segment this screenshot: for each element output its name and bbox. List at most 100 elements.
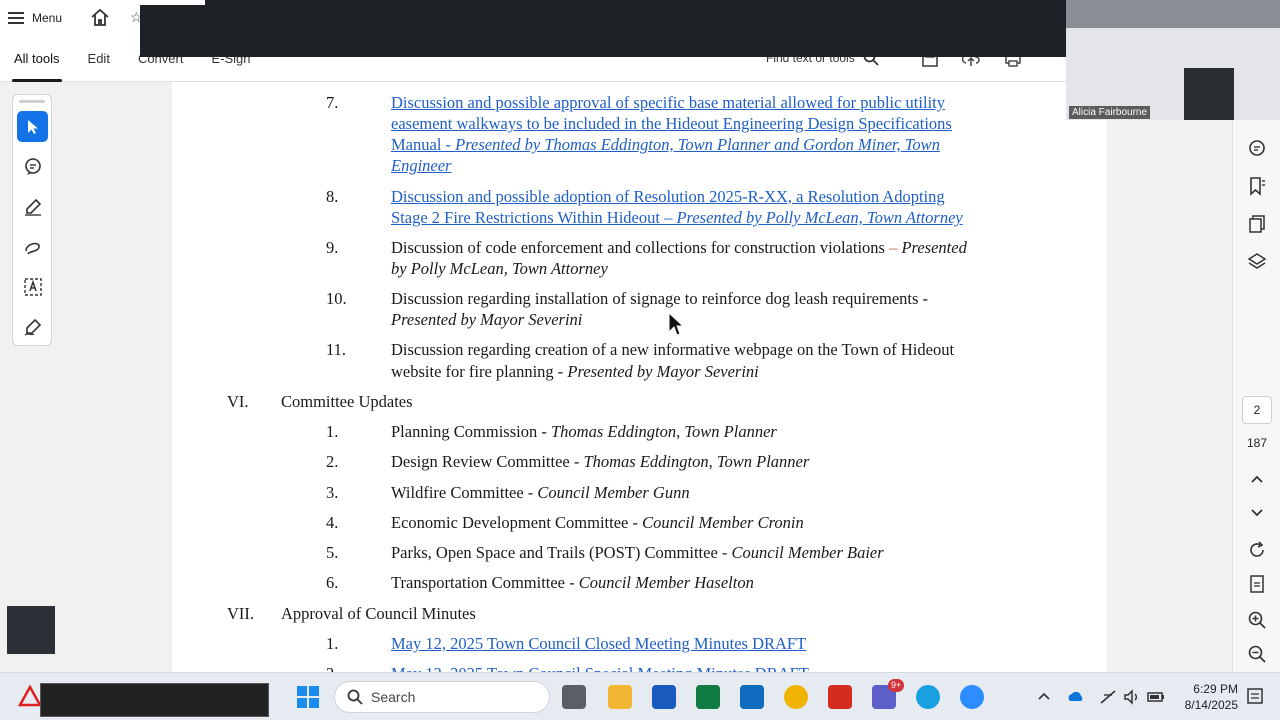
menu-button[interactable]: Menu [8,6,62,30]
text-recognition-button[interactable] [17,271,48,302]
chevron-up-icon[interactable] [1247,470,1267,490]
home-icon[interactable] [90,8,110,28]
select-tool-button[interactable] [17,111,48,142]
total-pages: 187 [1246,436,1268,450]
comment-icon [24,157,41,175]
committee-name: Parks, Open Space and Trails (POST) Comm… [391,543,732,562]
chevron-up-icon[interactable] [1036,689,1052,705]
pages-icon[interactable] [1247,214,1267,234]
task-view-icon[interactable] [562,685,586,709]
section-title: Approval of Council Minutes [281,604,476,623]
tab-edit[interactable]: Edit [74,36,124,82]
minutes-link[interactable]: May 12, 2025 Town Council Special Meetin… [391,663,809,672]
agenda-link[interactable]: Manual - Presented by Thomas Eddington, … [391,134,940,155]
participant-name: Alicia Fairbourne [1069,106,1151,119]
agenda-link[interactable]: Engineer [391,155,451,176]
edge-icon[interactable] [916,685,940,709]
bookmark-icon[interactable] [1247,176,1267,196]
presenter-text: Council Member Haselton [578,573,754,592]
section-roman: VII. [227,604,255,623]
layers-icon[interactable] [1247,252,1267,272]
redacted-region [40,683,269,717]
item-number: 2. [326,663,338,672]
fit-page-icon[interactable] [1247,574,1267,594]
redacted-region [7,606,55,654]
zoom-out-icon[interactable] [1247,644,1267,664]
tab-all-tools[interactable]: All tools [0,36,74,82]
agenda-text: Discussion regarding creation of a new i… [391,340,955,359]
zoom-in-icon[interactable] [1247,610,1267,630]
text-box-icon [23,277,42,296]
onedrive-icon[interactable] [1066,687,1086,707]
acrobat-taskbar-icon[interactable] [828,685,852,709]
search-icon [347,689,363,705]
video-door [1184,68,1234,120]
acrobat-window: Menu ☆ All tools Edit Convert E-Sign Fin… [0,0,1280,672]
highlighter-icon [24,198,41,216]
presenter-text: Thomas Eddington, Town Planner [550,422,777,441]
committee-name: Transportation Committee - [391,573,579,592]
item-number: 1. [326,422,339,441]
chrome-icon[interactable] [784,685,808,709]
notification-badge: 9+ [888,679,905,692]
item-number: 11. [326,340,347,359]
link-text: Manual - [391,135,456,154]
clock[interactable]: 6:29 PM 8/14/2025 [1176,681,1238,713]
word-icon[interactable] [652,685,676,709]
zoom-icon[interactable] [960,685,984,709]
comment-panel-icon[interactable] [1247,138,1267,158]
section-title: Committee Updates [281,392,413,411]
presenter-text: Presented by Mayor Severini [391,310,583,329]
presenter-text: Presented by Polly McLean, Town Attorney [676,208,963,227]
presenter-text: Council Member Cronin [642,513,804,532]
presenter-text: Presented [901,238,967,257]
item-number: 5. [326,543,339,562]
notifications-icon[interactable] [1246,687,1264,707]
item-number: 6. [326,573,339,592]
minutes-link[interactable]: May 12, 2025 Town Council Closed Meeting… [391,633,806,654]
agenda-link[interactable]: Stage 2 Fire Restrictions Within Hideout… [391,207,963,228]
outlook-icon[interactable] [740,685,764,709]
committee-name: Design Review Committee - [391,452,584,471]
date-text: 8/14/2025 [1184,698,1238,712]
committee-row: Planning Commission - Thomas Eddington, … [391,421,777,442]
agenda-link[interactable]: Discussion and possible approval of spec… [391,92,945,113]
draw-tool-button[interactable] [17,231,48,262]
committee-name: Economic Development Committee - [391,513,643,532]
taskbar-search[interactable]: Search [334,681,550,713]
highlight-tool-button[interactable] [17,191,48,222]
sign-tool-button[interactable] [17,311,48,342]
item-text: website for fire planning - [391,362,568,381]
chevron-down-icon[interactable] [1247,502,1267,522]
network-icon[interactable] [1098,687,1118,707]
windows-taskbar: Search 9+ 6:29 PM 8/14/2025 [0,672,1280,720]
agenda-link[interactable]: Discussion and possible adoption of Reso… [391,186,945,207]
redacted-region [205,0,1070,6]
battery-icon[interactable] [1146,687,1166,707]
document-page: 7. Discussion and possible approval of s… [172,82,1107,672]
current-page-input[interactable]: 2 [1242,396,1272,424]
time-text: 6:29 PM [1193,682,1238,696]
presenter-text: Thomas Eddington, Town Planner [583,452,810,471]
agenda-link[interactable]: easement walkways to be included in the … [391,113,952,134]
drag-handle[interactable] [19,100,45,103]
video-ceiling [1066,0,1280,30]
refresh-icon[interactable] [1247,540,1267,560]
agenda-text: Discussion of code enforcement and colle… [391,237,967,258]
item-number: 4. [326,513,339,532]
agenda-text: Discussion regarding installation of sig… [391,289,929,308]
freehand-draw-icon [24,242,40,254]
link-text: Stage 2 Fire Restrictions Within Hideout… [391,208,677,227]
file-explorer-icon[interactable] [608,685,632,709]
item-number: 2. [326,452,339,471]
excel-icon[interactable] [696,685,720,709]
committee-name: Planning Commission - [391,422,551,441]
windows-start-icon[interactable] [296,685,320,709]
item-number: 8. [326,187,339,206]
comment-tool-button[interactable] [17,151,48,182]
cursor-arrow-icon [27,119,38,134]
acrobat-icon[interactable] [18,685,42,709]
volume-icon[interactable] [1122,687,1142,707]
menu-label: Menu [32,11,63,25]
video-thumbnail[interactable]: Alicia Fairbourne [1066,0,1280,120]
